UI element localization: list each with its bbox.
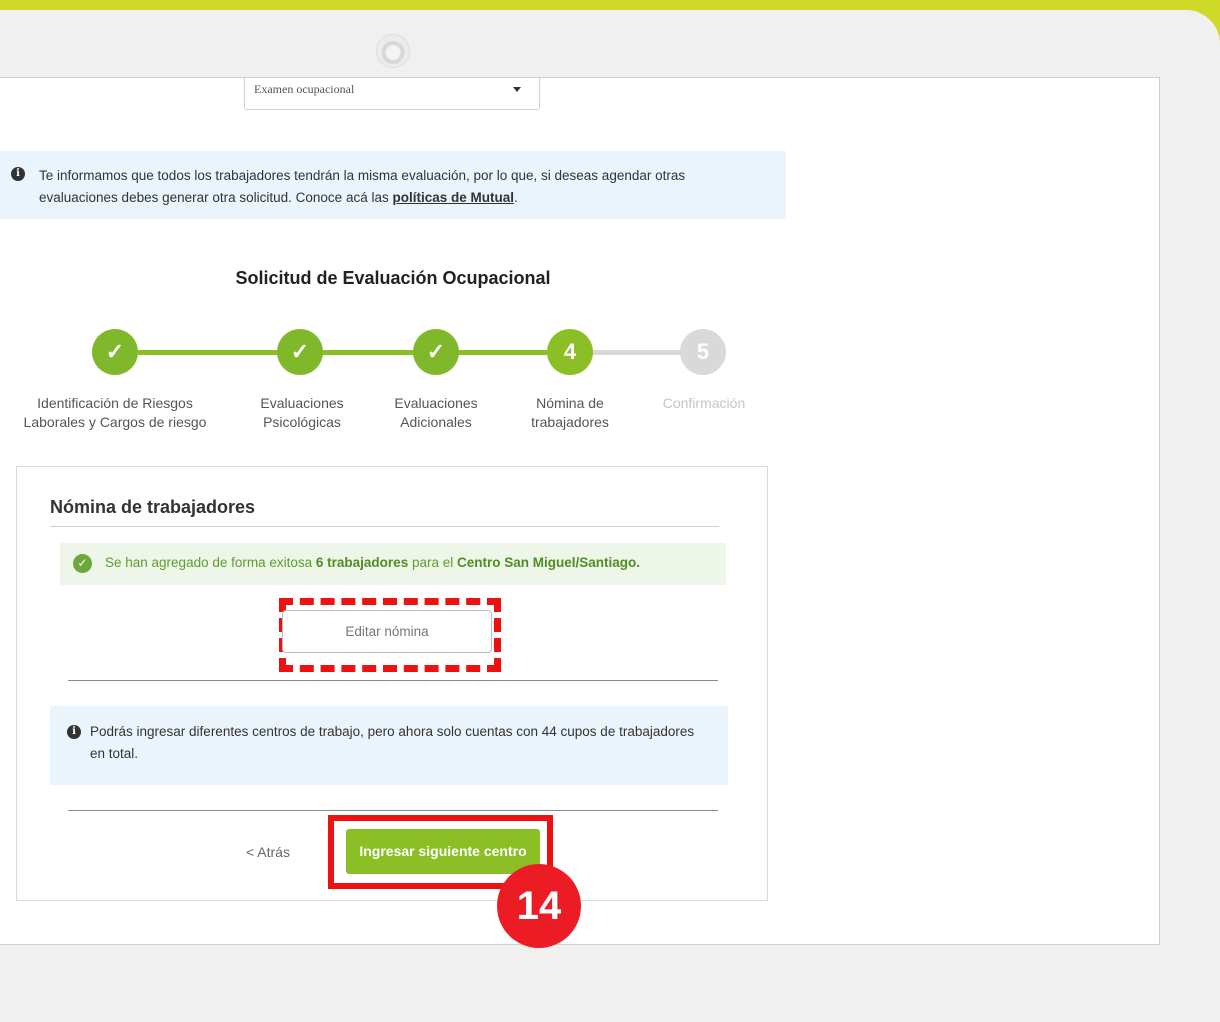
step-2-circle: ✓ — [277, 329, 323, 375]
exam-type-select[interactable]: Examen ocupacional — [244, 78, 540, 110]
step-2-label-line1: Evaluaciones — [260, 395, 344, 411]
check-circle-icon: ✓ — [73, 554, 92, 573]
step-number-badge: 14 — [497, 864, 581, 948]
check-icon: ✓ — [105, 339, 125, 364]
camera-icon — [376, 34, 410, 68]
step-4-circle: 4 — [547, 329, 593, 375]
divider — [50, 526, 719, 527]
step-3-label-line2: Adicionales — [400, 414, 472, 430]
step-5-label: Confirmación — [642, 394, 766, 413]
step-1-label: Identificación de Riesgos Laborales y Ca… — [0, 394, 230, 432]
policies-link[interactable]: políticas de Mutual — [392, 190, 514, 205]
step-4-number: 4 — [563, 339, 577, 364]
divider — [68, 680, 718, 681]
caret-down-icon — [513, 87, 521, 92]
step-2-label: Evaluaciones Psicológicas — [240, 394, 364, 432]
edit-payroll-button[interactable]: Editar nómina — [282, 610, 492, 653]
exam-type-value: Examen ocupacional — [254, 82, 355, 96]
step-4-label: Nómina de trabajadores — [508, 394, 632, 432]
step-3-label: Evaluaciones Adicionales — [374, 394, 498, 432]
check-icon: ✓ — [426, 339, 446, 364]
step-1-label-line2: Laborales y Cargos de riesgo — [23, 414, 207, 430]
step-3-circle: ✓ — [413, 329, 459, 375]
payroll-card: Nómina de trabajadores ✓ Se han agregado… — [16, 466, 768, 901]
step-3-label-line1: Evaluaciones — [394, 395, 478, 411]
info-banner-text: Te informamos que todos los trabajadores… — [39, 168, 686, 205]
step-2-label-line2: Psicológicas — [263, 414, 341, 430]
app-screen: Examen ocupacional i Te informamos que t… — [0, 77, 1160, 945]
info-banner-quota: i Podrás ingresar diferentes centros de … — [50, 706, 728, 785]
success-count: 6 trabajadores — [315, 555, 409, 570]
success-middle: para el — [408, 555, 457, 570]
card-title: Nómina de trabajadores — [50, 497, 256, 517]
step-1-label-line1: Identificación de Riesgos — [37, 395, 193, 411]
info-banner-end: . — [513, 190, 518, 205]
success-center: Centro San Miguel/Santiago. — [456, 555, 640, 570]
quota-text: Podrás ingresar diferentes centros de tr… — [90, 724, 695, 761]
step-4-label-line1: Nómina de — [536, 395, 604, 411]
info-icon: i — [11, 167, 25, 181]
step-5-number: 5 — [696, 339, 710, 364]
tablet-frame: Examen ocupacional i Te informamos que t… — [0, 10, 1220, 1022]
step-4-label-line2: trabajadores — [531, 414, 609, 430]
success-alert: ✓ Se han agregado de forma exitosa 6 tra… — [60, 543, 726, 585]
step-5-label-line1: Confirmación — [662, 395, 746, 411]
stepper-progress-line — [138, 350, 570, 355]
check-icon: ✓ — [290, 339, 310, 364]
page-title: Solicitud de Evaluación Ocupacional — [235, 268, 551, 288]
divider — [68, 810, 718, 811]
info-icon: i — [67, 725, 81, 739]
step-1-circle: ✓ — [92, 329, 138, 375]
step-5-circle: 5 — [680, 329, 726, 375]
info-banner: i Te informamos que todos los trabajador… — [0, 151, 786, 219]
success-prefix: Se han agregado de forma exitosa — [105, 555, 316, 570]
back-link[interactable]: < Atrás — [246, 844, 290, 860]
